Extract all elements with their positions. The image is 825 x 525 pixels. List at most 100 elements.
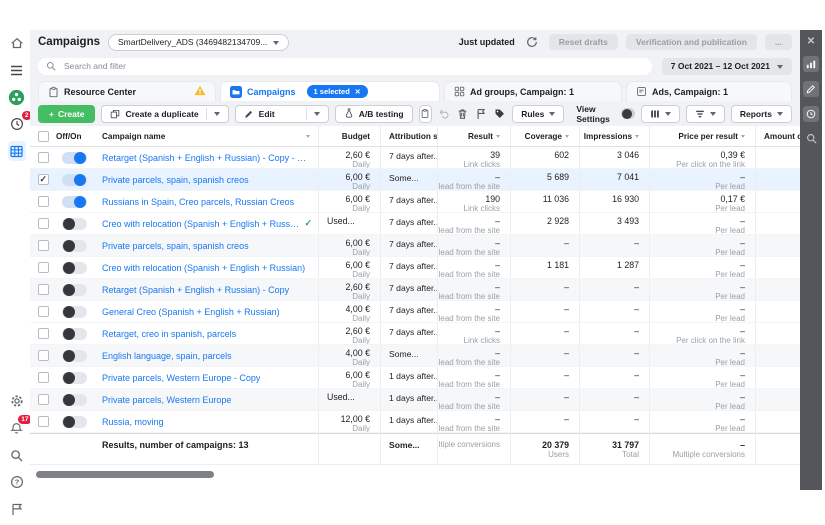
row-checkbox[interactable] [37,218,49,229]
zoom-search-icon[interactable] [806,131,817,149]
view-settings-toggle[interactable]: View Settings [576,104,635,124]
campaign-toggle[interactable] [62,349,87,362]
row-checkbox[interactable] [37,152,49,163]
feedback-flag-icon[interactable] [8,500,26,518]
campaign-toggle[interactable] [62,371,87,384]
col-price-per-result[interactable]: Price per result [649,126,755,146]
campaign-toggle[interactable] [62,327,87,340]
flag-icon[interactable] [475,105,488,123]
row-checkbox[interactable] [37,284,49,295]
more-options-button[interactable]: ... [764,34,792,50]
campaign-toggle[interactable] [62,151,87,164]
campaign-name-link[interactable]: Retarget, creo in spanish, parcels [102,329,236,339]
campaign-toggle[interactable] [62,415,87,428]
rules-button[interactable]: Rules [512,104,565,123]
ab-testing-button[interactable]: A/B testing [334,104,413,123]
campaign-toggle[interactable] [62,195,87,208]
campaign-name-link[interactable]: Russia, moving [102,417,164,427]
col-budget[interactable]: Budget [318,126,380,146]
menu-icon[interactable] [8,61,26,79]
table-row[interactable]: General Creo (Spanish + English + Russia… [30,301,800,323]
campaign-name-link[interactable]: Retarget (Spanish + English + Russian) -… [102,153,312,163]
table-row[interactable]: Private parcels, spain, spanish creos ✓ … [30,235,800,257]
horizontal-scrollbar[interactable] [36,470,214,478]
tab-ads[interactable]: Ads, Campaign: 1 [626,81,792,101]
selected-count-badge[interactable]: 1 selected ✕ [306,85,368,98]
performance-chart-icon[interactable] [803,56,819,72]
campaign-name-link[interactable]: General Creo (Spanish + English + Russia… [102,307,280,317]
create-button[interactable]: + Create [38,104,96,123]
ads-manager-logo-icon[interactable] [8,88,26,106]
campaign-name-link[interactable]: English language, spain, parcels [102,351,232,361]
col-campaign-name[interactable]: Campaign name [96,132,318,141]
breakdown-button[interactable] [685,104,725,123]
col-impressions[interactable]: Impressions [579,126,649,146]
table-row[interactable]: Russians in Spain, Creo parcels, Russian… [30,191,800,213]
row-checkbox[interactable] [37,262,49,273]
campaign-toggle[interactable] [62,239,87,252]
date-range-picker[interactable]: 7 Oct 2021 – 12 Oct 2021 [661,57,792,75]
settings-gear-icon[interactable] [8,392,26,410]
campaign-toggle[interactable] [62,393,87,406]
chevron-down-icon[interactable] [313,112,320,119]
campaign-name-link[interactable]: Private parcels, spain, spanish creos [102,175,249,185]
duplicate-button[interactable]: Create a duplicate [101,104,229,123]
close-icon[interactable]: ✕ [807,37,815,47]
campaign-name-link[interactable]: Retarget (Spanish + English + Russian) -… [102,285,289,295]
help-icon[interactable]: ? [8,473,26,491]
tag-icon[interactable] [494,105,507,123]
col-coverage[interactable]: Coverage [510,126,579,146]
table-row[interactable]: Creo with relocation (Spanish + English … [30,257,800,279]
row-checkbox[interactable] [37,416,49,427]
history-clock-icon[interactable]: 2 [8,111,32,133]
table-row[interactable]: Retarget (Spanish + English + Russian) -… [30,147,800,169]
campaign-name-link[interactable]: Private parcels, Western Europe [102,395,231,405]
col-result[interactable]: Result [437,126,510,146]
row-checkbox[interactable] [37,240,49,251]
search-input[interactable] [62,60,644,72]
campaign-name-link[interactable]: Private parcels, spain, spanish creos [102,241,249,251]
campaign-toggle[interactable] [62,173,87,186]
home-icon[interactable] [8,34,26,52]
refresh-icon[interactable] [523,33,541,51]
campaign-toggle[interactable] [62,283,87,296]
table-row[interactable]: Private parcels, spain, spanish creos ✓ … [30,169,800,191]
edit-button[interactable]: Edit [234,104,329,123]
columns-button[interactable] [640,104,680,123]
row-checkbox[interactable] [37,328,49,339]
history-panel-icon[interactable] [803,106,819,122]
tab-resource-center[interactable]: Resource Center [38,81,216,101]
search-rail-icon[interactable] [8,446,26,464]
row-checkbox[interactable] [37,350,49,361]
view-settings-switch[interactable] [620,108,635,119]
table-row[interactable]: Russia, moving ✓ 12,00 €Daily 1 days aft… [30,411,800,433]
clear-selection-icon[interactable]: ✕ [355,88,361,96]
notifications-bell-icon[interactable]: 17 [8,415,32,437]
delete-trash-icon[interactable] [456,105,469,123]
col-amount[interactable]: Amount of co [755,126,800,146]
verification-publication-button[interactable]: Verification and publication [625,34,757,50]
campaign-name-link[interactable]: Creo with relocation (Spanish + English … [102,263,305,273]
copy-icon[interactable] [418,104,432,123]
row-checkbox[interactable] [37,306,49,317]
campaign-name-link[interactable]: Private parcels, Western Europe - Copy [102,373,260,383]
row-checkbox[interactable] [37,372,49,383]
table-row[interactable]: Private parcels, Western Europe - Copy ✓… [30,367,800,389]
table-row[interactable]: Private parcels, Western Europe ✓ Used..… [30,389,800,411]
campaign-toggle[interactable] [62,217,87,230]
table-row[interactable]: Retarget, creo in spanish, parcels ✓ 2,6… [30,323,800,345]
table-row[interactable]: English language, spain, parcels ✓ 4,00 … [30,345,800,367]
row-checkbox[interactable] [37,174,49,185]
tab-ad-groups[interactable]: Ad groups, Campaign: 1 [444,81,622,101]
chevron-down-icon[interactable] [213,112,220,119]
campaign-name-link[interactable]: Russians in Spain, Creo parcels, Russian… [102,197,294,207]
campaign-toggle[interactable] [62,305,87,318]
row-checkbox[interactable] [37,394,49,405]
ad-account-dropdown[interactable]: SmartDelivery_ADS (3469482134709... [108,33,290,51]
select-all-checkbox[interactable] [37,130,49,142]
tab-campaigns[interactable]: Campaigns 1 selected ✕ [220,81,440,101]
reports-button[interactable]: Reports [730,104,792,123]
row-checkbox[interactable] [37,196,49,207]
table-row[interactable]: Retarget (Spanish + English + Russian) -… [30,279,800,301]
table-row[interactable]: Creo with relocation (Spanish + English … [30,213,800,235]
